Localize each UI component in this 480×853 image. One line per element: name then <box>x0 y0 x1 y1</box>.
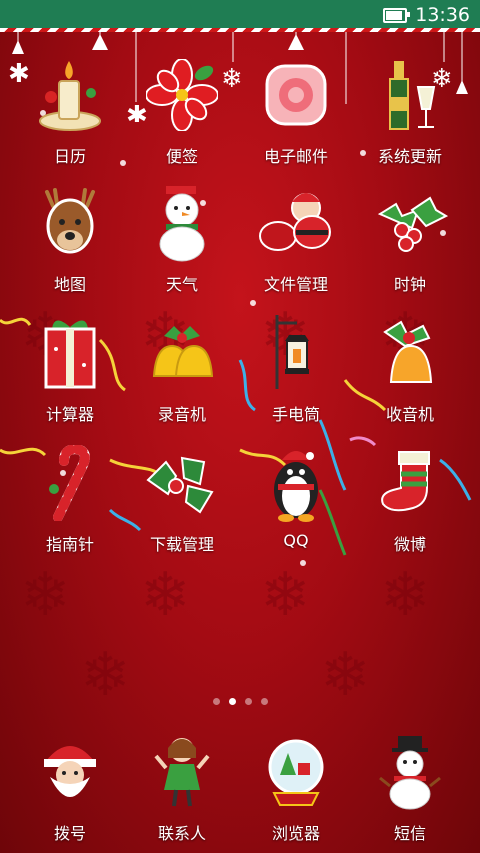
lantern-icon <box>256 313 336 393</box>
gift-box-icon <box>30 313 110 393</box>
battery-icon <box>383 7 411 23</box>
status-bar: 13:36 <box>0 0 480 30</box>
girl-icon <box>142 732 222 812</box>
penguin-icon <box>256 443 336 523</box>
page-dot[interactable] <box>212 698 220 705</box>
app-label: 地图 <box>53 275 86 294</box>
santa-face-icon <box>30 732 110 812</box>
app-label: 拨号 <box>53 824 86 843</box>
bells-icon <box>142 313 222 393</box>
app-calendar[interactable]: 日历 <box>10 55 130 175</box>
app-label: 浏览器 <box>271 824 320 843</box>
app-label: 便签 <box>165 147 198 166</box>
app-label: 微博 <box>393 535 426 554</box>
dock: 拨号 联系人 浏览器 短信 <box>0 728 480 853</box>
app-weibo[interactable]: 微博 <box>350 443 470 563</box>
app-label: 收音机 <box>385 405 434 424</box>
app-file-manager[interactable]: 文件管理 <box>236 183 356 303</box>
bell-holly-icon <box>370 313 450 393</box>
snowman-hat-icon <box>370 732 450 812</box>
page-indicator[interactable] <box>0 698 480 705</box>
app-label: 系统更新 <box>377 147 442 166</box>
app-label: QQ <box>283 531 309 550</box>
app-label: 下载管理 <box>149 535 214 554</box>
app-weather[interactable]: 天气 <box>122 183 242 303</box>
holly-icon <box>370 183 450 263</box>
snowman-icon <box>142 183 222 263</box>
app-label: 联系人 <box>157 824 206 843</box>
app-label: 计算器 <box>45 405 94 424</box>
app-clock[interactable]: 时钟 <box>350 183 470 303</box>
poinsettia-icon <box>142 55 222 135</box>
app-label: 时钟 <box>393 275 426 294</box>
dock-browser[interactable]: 浏览器 <box>236 732 356 852</box>
battery-level <box>386 10 403 20</box>
page-dot-active[interactable] <box>228 698 236 705</box>
app-flashlight[interactable]: 手电筒 <box>236 313 356 433</box>
app-label: 短信 <box>393 824 426 843</box>
app-label: 日历 <box>53 147 86 166</box>
app-label: 天气 <box>165 275 198 294</box>
page-dot[interactable] <box>260 698 268 705</box>
app-qq[interactable]: QQ <box>236 443 356 563</box>
champagne-icon <box>370 55 450 135</box>
app-radio[interactable]: 收音机 <box>350 313 470 433</box>
dock-messages[interactable]: 短信 <box>350 732 470 852</box>
santa-sack-icon <box>256 183 336 263</box>
candy-cane-icon <box>30 443 110 523</box>
reindeer-icon <box>30 183 110 263</box>
app-label: 电子邮件 <box>263 147 328 166</box>
app-email[interactable]: 电子邮件 <box>236 55 356 175</box>
app-label: 手电筒 <box>271 405 320 424</box>
app-label: 文件管理 <box>263 275 328 294</box>
dock-contacts[interactable]: 联系人 <box>122 732 242 852</box>
stocking-icon <box>370 443 450 523</box>
dock-dialer[interactable]: 拨号 <box>10 732 130 852</box>
email-gift-icon <box>256 55 336 135</box>
app-label: 录音机 <box>157 405 206 424</box>
app-notes[interactable]: 便签 <box>122 55 242 175</box>
app-calculator[interactable]: 计算器 <box>10 313 130 433</box>
app-label: 指南针 <box>45 535 94 554</box>
page-dot[interactable] <box>244 698 252 705</box>
calendar-candle-icon <box>30 55 110 135</box>
holly-leaves-icon <box>142 443 222 523</box>
clock-time: 13:36 <box>415 4 470 26</box>
app-compass[interactable]: 指南针 <box>10 443 130 563</box>
app-map[interactable]: 地图 <box>10 183 130 303</box>
snow-globe-icon <box>256 732 336 812</box>
app-recorder[interactable]: 录音机 <box>122 313 242 433</box>
app-download-manager[interactable]: 下载管理 <box>122 443 242 563</box>
app-system-update[interactable]: 系统更新 <box>350 55 470 175</box>
